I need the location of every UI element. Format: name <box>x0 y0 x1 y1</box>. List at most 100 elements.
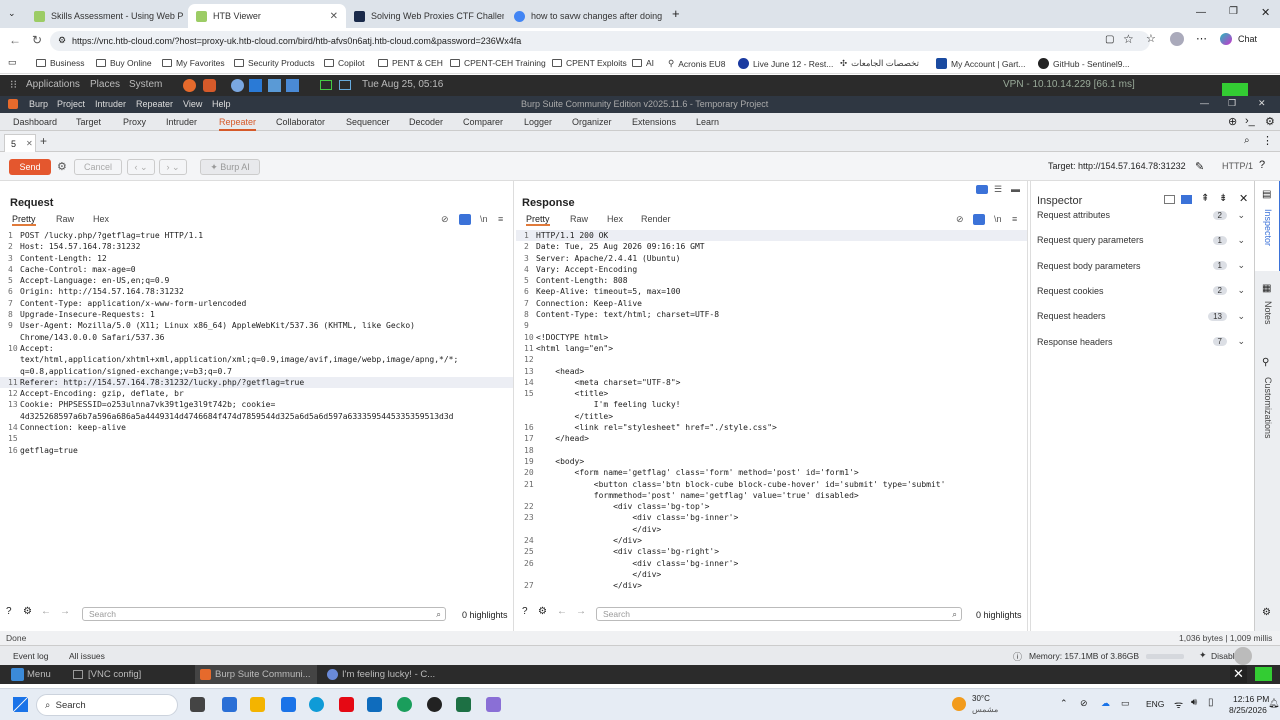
request-editor[interactable]: 1 POST /lucky.php/?getflag=true HTTP/1.1 2… <box>0 230 513 595</box>
bookmark-item[interactable]: ✣ تخصصات الجامعات <box>840 58 919 69</box>
response-search-input[interactable]: Search ⌕ <box>596 607 962 621</box>
forward-history-button[interactable]: › ⌄ <box>159 159 187 175</box>
menu-button[interactable]: Menu <box>27 669 51 680</box>
settings-icon[interactable]: ⚙ <box>1265 115 1275 128</box>
layout-horizontal-icon[interactable]: ☰ <box>994 184 1002 195</box>
tab-learn[interactable]: Learn <box>696 117 719 127</box>
reload-icon[interactable]: ↻ <box>32 33 42 47</box>
bookmark-item[interactable]: GitHub - Sentinel9... <box>1038 58 1130 69</box>
menu-help[interactable]: Help <box>212 99 231 109</box>
next-match-icon[interactable]: → <box>60 606 70 617</box>
battery-icon[interactable]: ▯ <box>1208 697 1214 708</box>
menu-applications[interactable]: Applications <box>26 79 80 90</box>
wrap-lines-icon[interactable] <box>973 214 985 225</box>
menu-places[interactable]: Places <box>90 79 120 90</box>
github-desktop-icon[interactable] <box>427 697 442 712</box>
hide-nonprintable-icon[interactable]: ⊘ <box>441 214 449 225</box>
url-field[interactable]: ⚙ https://vnc.htb-cloud.com/?host=proxy-… <box>50 31 1150 51</box>
tab-target[interactable]: Target <box>76 117 101 127</box>
more-icon[interactable]: ⋮ <box>1262 134 1273 147</box>
chrome-icon[interactable] <box>397 697 412 712</box>
cancel-button[interactable]: Cancel <box>74 159 122 175</box>
browser-tab[interactable]: Solving Web Proxies CTF Challeng ✕ <box>346 4 504 28</box>
inspector-row[interactable]: Request attributes 2 ⌄ <box>1037 207 1249 223</box>
tab-repeater[interactable]: Repeater <box>219 117 257 131</box>
bookmark-item[interactable]: Live June 12 - Rest... <box>738 58 833 69</box>
prev-match-icon[interactable]: ← <box>557 606 567 617</box>
windows-search-box[interactable]: ⌕ Search <box>36 694 178 716</box>
menu-intruder[interactable]: Intruder <box>95 99 126 109</box>
task-view-icon[interactable] <box>190 697 205 712</box>
tab-hex[interactable]: Hex <box>607 214 623 224</box>
burp-ai-button[interactable]: ✦ Burp AI <box>200 159 260 175</box>
globe-icon[interactable]: ⊕ <box>1228 115 1237 128</box>
bookmark-item[interactable]: My Account | Gart... <box>936 58 1025 69</box>
add-tab-icon[interactable]: + <box>40 134 47 148</box>
files-icon[interactable] <box>339 80 351 90</box>
tab-collaborator[interactable]: Collaborator <box>276 117 325 127</box>
menu-project[interactable]: Project <box>57 99 85 109</box>
help-icon[interactable]: ? <box>522 606 528 617</box>
newline-icon[interactable]: \n <box>480 214 488 224</box>
event-log-button[interactable]: Event log <box>13 651 48 661</box>
tab-extensions[interactable]: Extensions <box>632 117 676 127</box>
chat-button[interactable]: Chat <box>1238 34 1257 44</box>
bookmark-item[interactable]: ⚲ Acronis EU8 <box>668 58 725 69</box>
align-icon[interactable]: ⇞ <box>1201 193 1209 204</box>
taskbar-item[interactable]: [VNC config] <box>88 669 141 680</box>
language-indicator[interactable]: ENG <box>1146 699 1164 709</box>
chevron-down-icon[interactable]: ⌄ <box>1237 285 1245 296</box>
settings-icon[interactable]: ⚙ <box>538 606 547 617</box>
search-icon[interactable]: ⌕ <box>1244 135 1250 146</box>
netflix-icon[interactable] <box>339 697 354 712</box>
close-window-icon[interactable]: ✕ <box>1258 98 1266 109</box>
response-editor[interactable]: 1 HTTP/1.1 200 OK 2 Date: Tue, 25 Aug 2026 … <box>516 230 1027 595</box>
send-button[interactable]: Send <box>9 159 51 175</box>
chevron-down-icon[interactable]: ⌄ <box>1237 260 1245 271</box>
close-icon[interactable]: ✕ <box>330 11 338 22</box>
tab-intruder[interactable]: Intruder <box>166 117 197 127</box>
inspector-row[interactable]: Request cookies 2 ⌄ <box>1037 283 1249 299</box>
tab-proxy[interactable]: Proxy <box>123 117 146 127</box>
taskbar-item[interactable]: I'm feeling lucky! - C... <box>342 669 435 680</box>
layout-split-icon[interactable] <box>976 185 988 194</box>
menu-system[interactable]: System <box>129 79 162 90</box>
inspector-row[interactable]: Response headers 7 ⌄ <box>1037 334 1249 350</box>
weather-sun-icon[interactable] <box>952 697 966 711</box>
bookmark-item[interactable]: AI <box>632 58 654 68</box>
copilot-icon[interactable] <box>1220 33 1232 45</box>
clock-date[interactable]: 8/25/2026 <box>1229 705 1267 715</box>
inspector-row[interactable]: Request headers 13 ⌄ <box>1037 308 1249 324</box>
chevron-down-icon[interactable]: ⌄ <box>1237 235 1245 246</box>
collections-icon[interactable]: ▭ <box>8 57 17 68</box>
edge-icon[interactable] <box>309 697 324 712</box>
menu-icon[interactable]: ≡ <box>1012 214 1017 224</box>
firefox-icon[interactable] <box>183 79 196 92</box>
close-icon[interactable]: ✕ <box>26 139 33 148</box>
minimize-icon[interactable]: — <box>1196 7 1206 18</box>
bookmark-item[interactable]: CPENT Exploits <box>552 58 627 68</box>
maximize-icon[interactable]: ❐ <box>1228 98 1236 109</box>
excel-icon[interactable] <box>456 697 471 712</box>
hide-nonprintable-icon[interactable]: ⊘ <box>956 214 964 225</box>
tab-search-icon[interactable]: ⌄ <box>8 8 16 19</box>
volume-icon[interactable]: 🔊︎ <box>1191 697 1197 708</box>
snipping-tool-icon[interactable] <box>486 697 501 712</box>
tab-icon[interactable]: ▢ <box>1105 34 1114 45</box>
terminal-icon[interactable] <box>320 80 332 90</box>
chevron-down-icon[interactable]: ⌄ <box>1237 311 1245 322</box>
profile-avatar[interactable] <box>1170 32 1184 46</box>
wifi-icon[interactable]: ᯤ <box>1174 697 1183 711</box>
bookmark-item[interactable]: Copilot <box>324 58 364 68</box>
layout-icon[interactable] <box>1164 195 1175 204</box>
tab-pretty[interactable]: Pretty <box>526 214 550 226</box>
sidebar-tab-customizations[interactable]: ⚲ Customizations <box>1255 353 1280 463</box>
repeater-tab[interactable]: 5 ✕ <box>4 134 36 152</box>
bookmark-item[interactable]: PENT & CEH <box>378 58 443 68</box>
settings-icon[interactable]: ⚙ <box>57 160 67 173</box>
vpn-off-icon[interactable]: ⊘ <box>1080 698 1088 709</box>
tab-dashboard[interactable]: Dashboard <box>13 117 57 127</box>
bookmark-star-icon[interactable]: ☆ <box>1123 32 1134 46</box>
close-icon[interactable]: ✕ <box>1239 192 1248 205</box>
close-icon[interactable]: ✕ <box>1230 666 1247 683</box>
